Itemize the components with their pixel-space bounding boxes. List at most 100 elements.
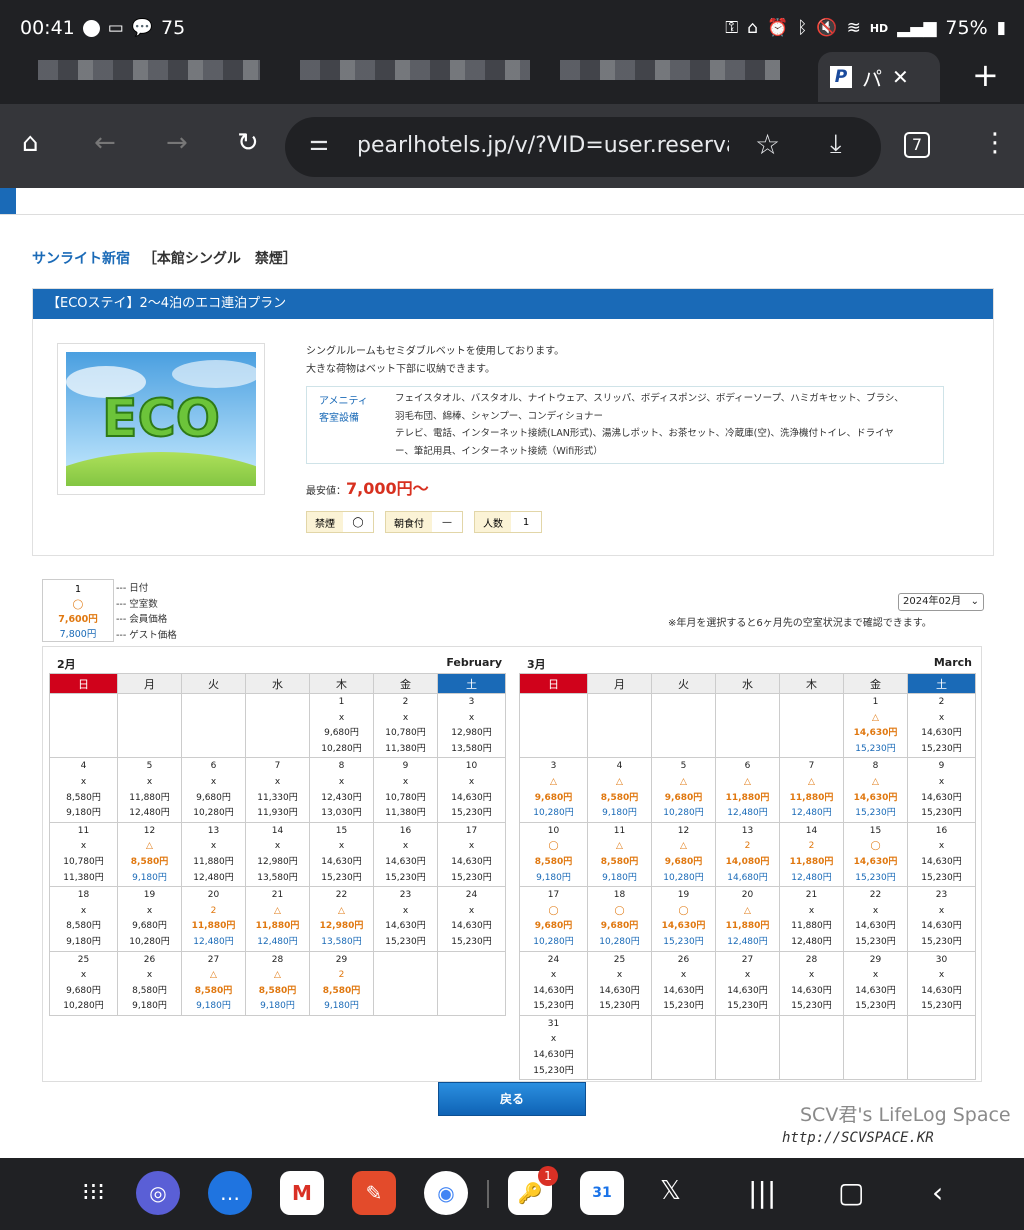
calendar-day[interactable]: 18 ◯ 9,680円 10,280円: [587, 886, 652, 952]
url-text[interactable]: pearlhotels.jp/v/?VID=user.reservat: [357, 133, 729, 158]
tab-count-button[interactable]: 7: [904, 132, 930, 158]
calendar-day[interactable]: 3 △ 9,680円 10,280円: [519, 757, 588, 823]
calendar-day[interactable]: 14 2 11,880円 12,480円: [779, 821, 844, 888]
member-price: 8,580円: [194, 985, 233, 996]
new-tab-button[interactable]: +: [972, 56, 999, 94]
samsung-internet-icon[interactable]: ◎: [136, 1171, 180, 1215]
calendar-day[interactable]: 8 △ 14,630円 15,230円: [843, 757, 908, 823]
calendar-day[interactable]: 14 x 12,980円 13,580円: [245, 821, 310, 888]
calendar-day[interactable]: 23 x 14,630円 15,230円: [907, 886, 976, 952]
calendar-day[interactable]: 21 △ 11,880円 12,480円: [245, 886, 310, 952]
calendar-day[interactable]: 29 2 8,580円 9,180円: [309, 950, 374, 1016]
calendar-day[interactable]: 1 x 9,680円 10,280円: [309, 692, 374, 759]
chrome-icon[interactable]: ◉: [424, 1171, 468, 1215]
download-icon[interactable]: ⤓: [830, 129, 842, 160]
calendar-day[interactable]: 24 x 14,630円 15,230円: [437, 886, 506, 952]
calendar-day[interactable]: 22 x 14,630円 15,230円: [843, 886, 908, 952]
back-icon[interactable]: ←: [94, 128, 116, 158]
calendar-day[interactable]: 16 x 14,630円 15,230円: [907, 821, 976, 888]
app-drawer-icon[interactable]: ⁝⁝⁝: [82, 1178, 105, 1206]
guest-price: 10,280円: [533, 936, 574, 947]
home-nav-icon[interactable]: ▢: [838, 1176, 864, 1209]
day-number: 24: [547, 954, 560, 965]
google-calendar-icon[interactable]: 31: [580, 1171, 624, 1215]
calendar-day[interactable]: 5 x 11,880円 12,480円: [117, 757, 182, 823]
member-price: 14,630円: [791, 985, 832, 996]
blurred-tab[interactable]: [560, 60, 780, 80]
menu-icon[interactable]: ⋮: [982, 128, 1008, 158]
calendar-day[interactable]: 9 x 10,780円 11,380円: [373, 757, 438, 823]
calendar-day[interactable]: 27 △ 8,580円 9,180円: [181, 950, 246, 1016]
calendar-day[interactable]: 12 △ 9,680円 10,280円: [651, 821, 716, 888]
calendar-day[interactable]: 31 x 14,630円 15,230円: [519, 1014, 588, 1081]
calendar-day[interactable]: 6 x 9,680円 10,280円: [181, 757, 246, 823]
blurred-tab[interactable]: [38, 60, 260, 80]
calendar-day[interactable]: 9 x 14,630円 15,230円: [907, 757, 976, 823]
calendar-day[interactable]: 19 ◯ 14,630円 15,230円: [651, 886, 716, 952]
calendar-day[interactable]: 12 △ 8,580円 9,180円: [117, 821, 182, 888]
calendar-day[interactable]: 20 △ 11,880円 12,480円: [715, 886, 780, 952]
calendar-day[interactable]: 15 ◯ 14,630円 15,230円: [843, 821, 908, 888]
active-tab[interactable]: P パ ✕: [818, 52, 940, 102]
calendar-day[interactable]: 7 △ 11,880円 12,480円: [779, 757, 844, 823]
guest-price: 15,230円: [921, 872, 962, 883]
calendar-day[interactable]: 13 2 14,080円 14,680円: [715, 821, 780, 888]
calendar-day[interactable]: 1 △ 14,630円 15,230円: [843, 692, 908, 759]
guest-price: 15,230円: [921, 1001, 962, 1012]
calendar-day[interactable]: 13 x 11,880円 12,480円: [181, 821, 246, 888]
calendar-day[interactable]: 19 x 9,680円 10,280円: [117, 886, 182, 952]
home-icon[interactable]: ⌂: [22, 128, 39, 158]
member-price: 14,630円: [921, 792, 962, 803]
calendar-day[interactable]: 11 △ 8,580円 9,180円: [587, 821, 652, 888]
calendar-day[interactable]: 17 x 14,630円 15,230円: [437, 821, 506, 888]
back-button[interactable]: 戻る: [438, 1082, 586, 1116]
bookmark-star-icon[interactable]: ☆: [755, 128, 780, 161]
calendar-day[interactable]: 17 ◯ 9,680円 10,280円: [519, 886, 588, 952]
calendar-day[interactable]: 28 x 14,630円 15,230円: [779, 950, 844, 1016]
calendar-day[interactable]: 8 x 12,430円 13,030円: [309, 757, 374, 823]
calendar-day[interactable]: 25 x 9,680円 10,280円: [49, 950, 118, 1016]
calendar-day[interactable]: 7 x 11,330円 11,930円: [245, 757, 310, 823]
calendar-day[interactable]: 26 x 14,630円 15,230円: [651, 950, 716, 1016]
calendar-day[interactable]: 5 △ 9,680円 10,280円: [651, 757, 716, 823]
calendar-day[interactable]: 27 x 14,630円 15,230円: [715, 950, 780, 1016]
calendar-day[interactable]: 4 x 8,580円 9,180円: [49, 757, 118, 823]
calendar-day[interactable]: 16 x 14,630円 15,230円: [373, 821, 438, 888]
gmail-icon[interactable]: M: [280, 1171, 324, 1215]
availability: x: [146, 776, 153, 787]
calendar-day[interactable]: 21 x 11,880円 12,480円: [779, 886, 844, 952]
calendar-day[interactable]: 20 2 11,880円 12,480円: [181, 886, 246, 952]
blurred-tab[interactable]: [300, 60, 530, 80]
back-nav-icon[interactable]: ‹: [932, 1176, 943, 1209]
reload-icon[interactable]: ↻: [237, 128, 259, 158]
guest-price: 11,380円: [385, 743, 426, 754]
calendar-day[interactable]: 10 ◯ 8,580円 9,180円: [519, 821, 588, 888]
x-app-icon[interactable]: 𝕏: [660, 1176, 681, 1206]
calendar-day[interactable]: 26 x 8,580円 9,180円: [117, 950, 182, 1016]
calendar-day[interactable]: 25 x 14,630円 15,230円: [587, 950, 652, 1016]
recents-icon[interactable]: |||: [748, 1176, 776, 1209]
calendar-day[interactable]: 28 △ 8,580円 9,180円: [245, 950, 310, 1016]
site-settings-icon[interactable]: ⚌: [309, 131, 329, 156]
calendar-day[interactable]: 18 x 8,580円 9,180円: [49, 886, 118, 952]
forward-icon[interactable]: →: [166, 128, 188, 158]
hotel-name-link[interactable]: サンライト新宿: [32, 251, 130, 267]
month-select[interactable]: 2024年02月 ⌄: [898, 593, 984, 611]
calendar-day[interactable]: 11 x 10,780円 11,380円: [49, 821, 118, 888]
calendar-day[interactable]: 23 x 14,630円 15,230円: [373, 886, 438, 952]
calendar-day[interactable]: 6 △ 11,880円 12,480円: [715, 757, 780, 823]
calendar-day[interactable]: 30 x 14,630円 15,230円: [907, 950, 976, 1016]
calendar-day[interactable]: 10 x 14,630円 15,230円: [437, 757, 506, 823]
address-bar[interactable]: ⚌ pearlhotels.jp/v/?VID=user.reservat ☆ …: [285, 117, 881, 177]
calendar-day[interactable]: 4 △ 8,580円 9,180円: [587, 757, 652, 823]
calendar-day[interactable]: 29 x 14,630円 15,230円: [843, 950, 908, 1016]
calendar-day[interactable]: 15 x 14,630円 15,230円: [309, 821, 374, 888]
notes-icon[interactable]: ✎: [352, 1171, 396, 1215]
close-tab-icon[interactable]: ✕: [892, 65, 909, 89]
calendar-day[interactable]: 2 x 10,780円 11,380円: [373, 692, 438, 759]
calendar-day[interactable]: 2 x 14,630円 15,230円: [907, 692, 976, 759]
calendar-day[interactable]: 24 x 14,630円 15,230円: [519, 950, 588, 1016]
calendar-day[interactable]: 3 x 12,980円 13,580円: [437, 692, 506, 759]
messages-icon[interactable]: …: [208, 1171, 252, 1215]
calendar-day[interactable]: 22 △ 12,980円 13,580円: [309, 886, 374, 952]
